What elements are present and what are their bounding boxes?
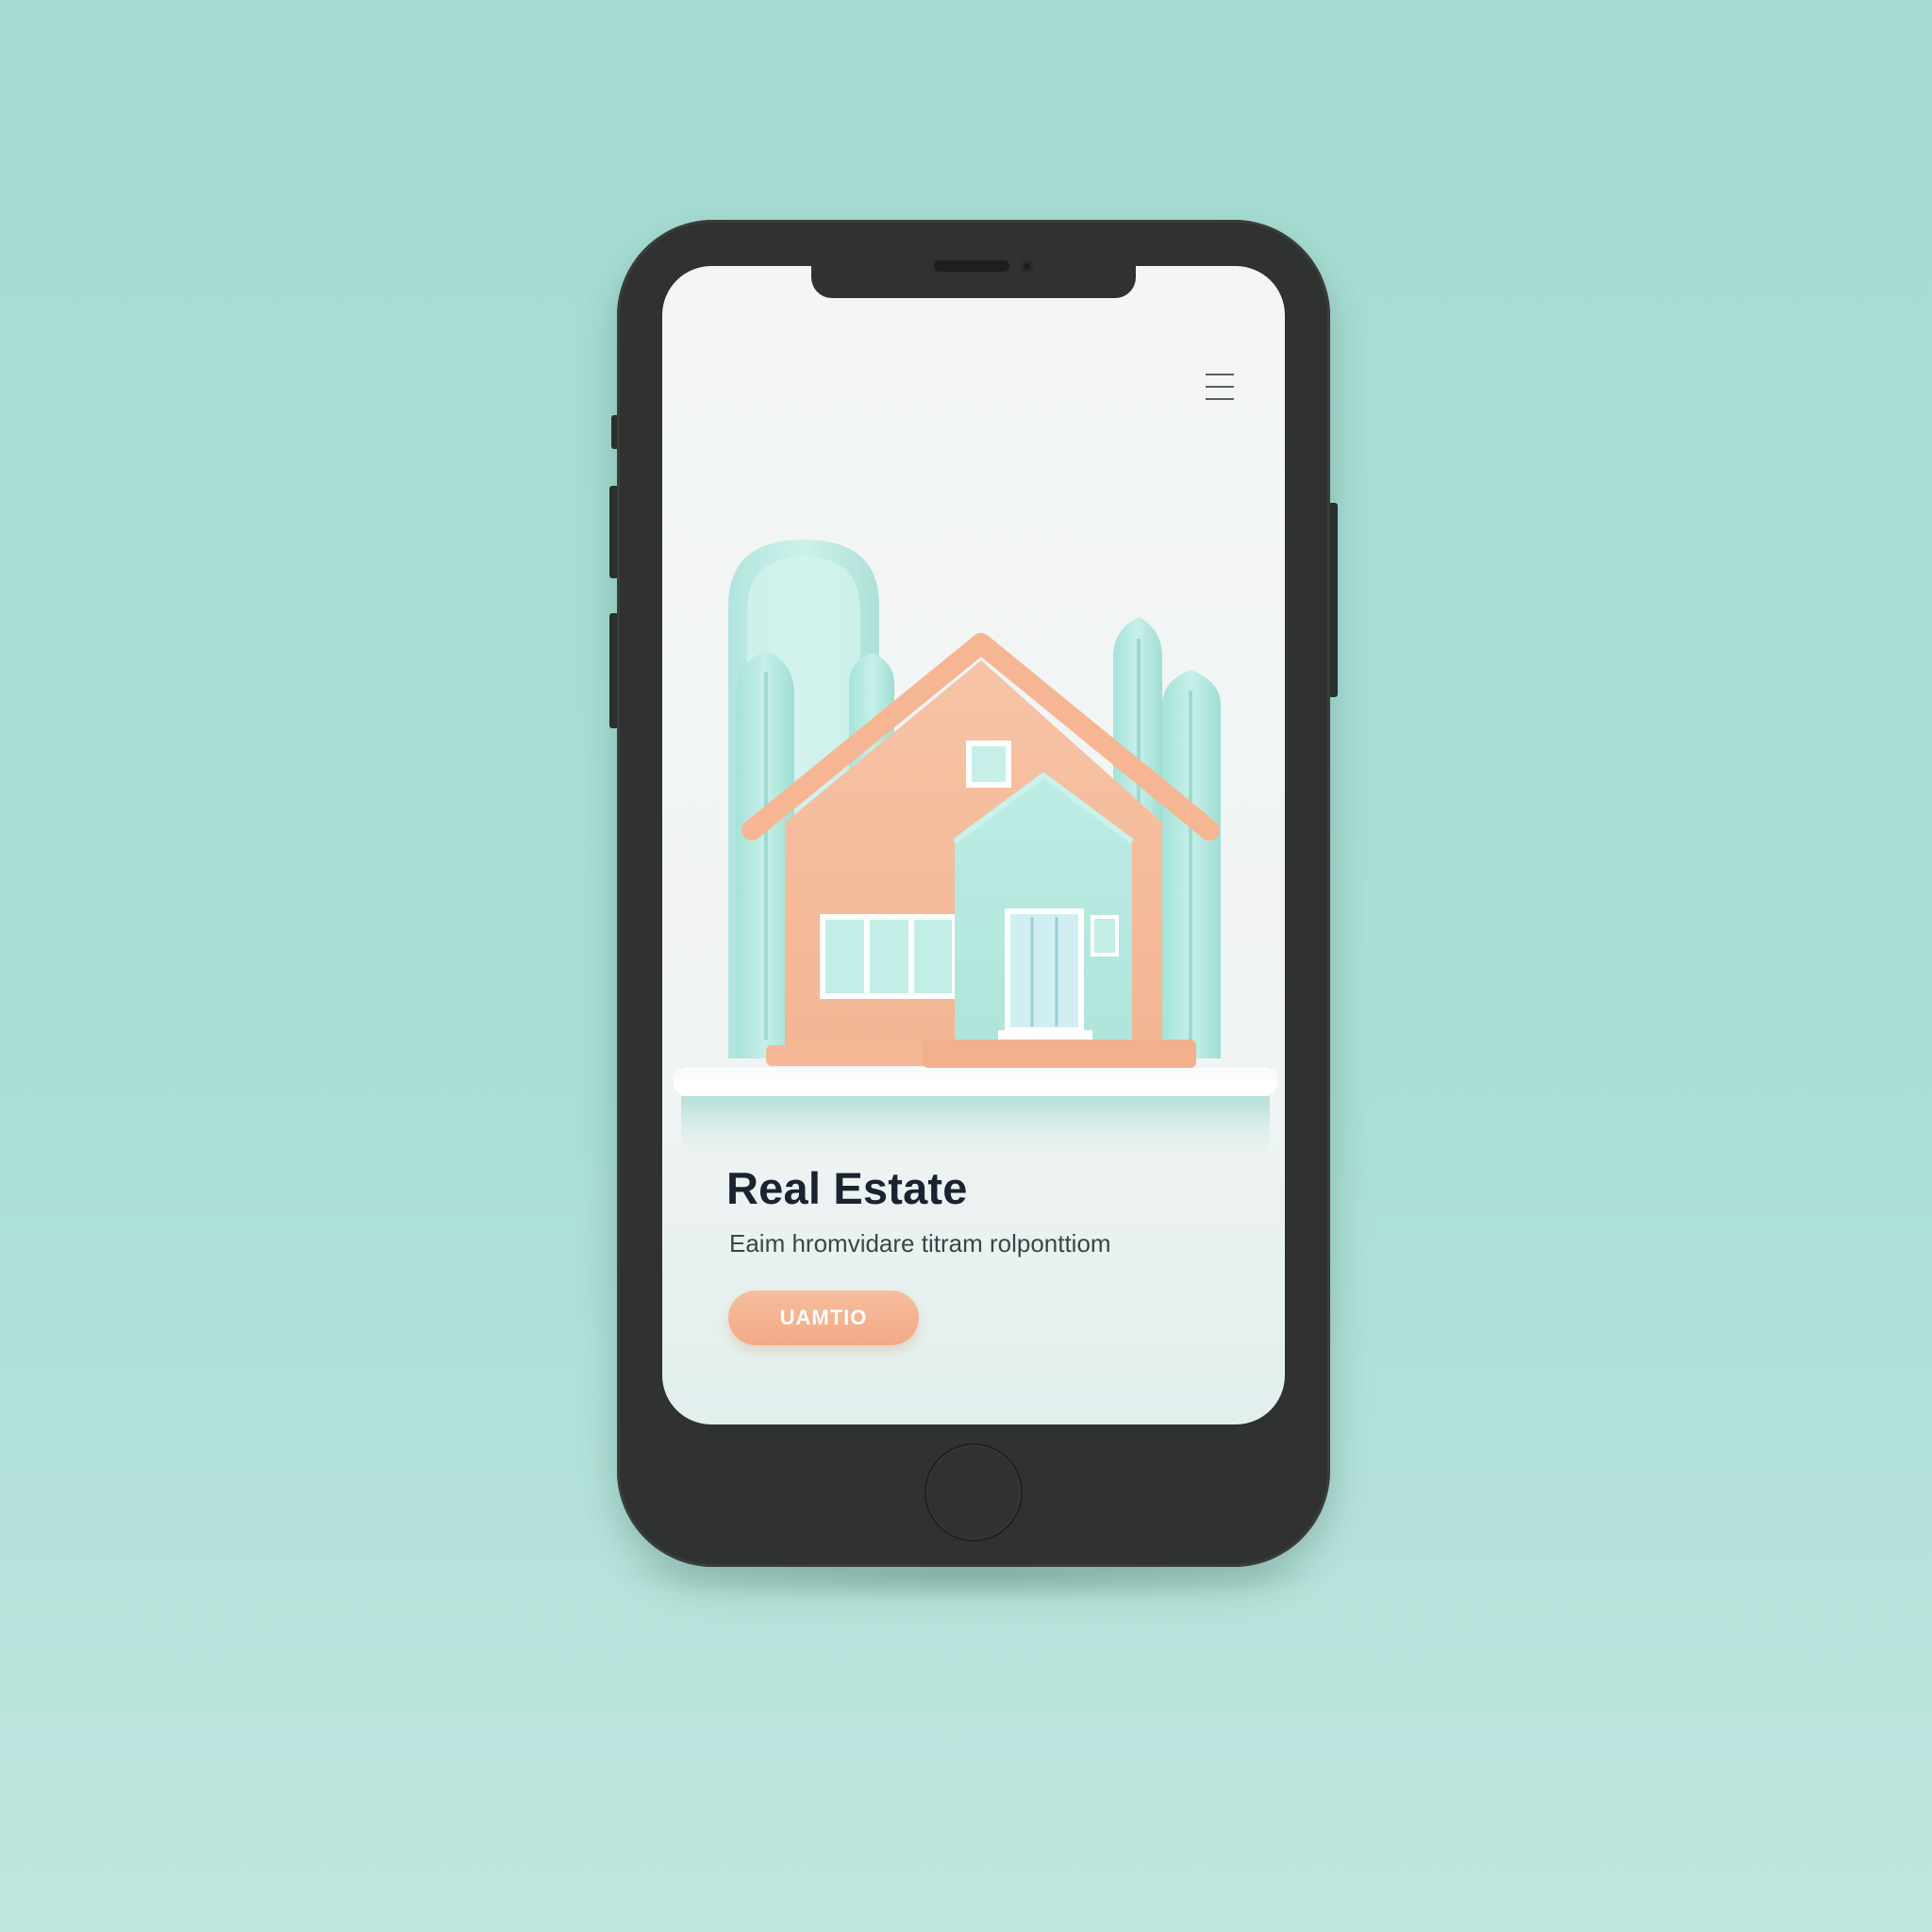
hamburger-menu-icon[interactable]: [1204, 368, 1236, 406]
page-title: Real Estate: [726, 1163, 968, 1213]
scene-background: Real Estate Eaim hromvidare titram rolpo…: [0, 0, 1932, 1932]
left-window: [820, 914, 958, 999]
earpiece-speaker: [934, 260, 1009, 272]
home-button[interactable]: [924, 1443, 1023, 1541]
front-camera: [1021, 260, 1033, 273]
attic-window: [966, 741, 1011, 788]
cta-button[interactable]: UAMTIO: [728, 1291, 919, 1345]
page-subtitle: Eaim hromvidare titram rolponttiom: [729, 1229, 1111, 1257]
front-door: [1005, 908, 1084, 1033]
